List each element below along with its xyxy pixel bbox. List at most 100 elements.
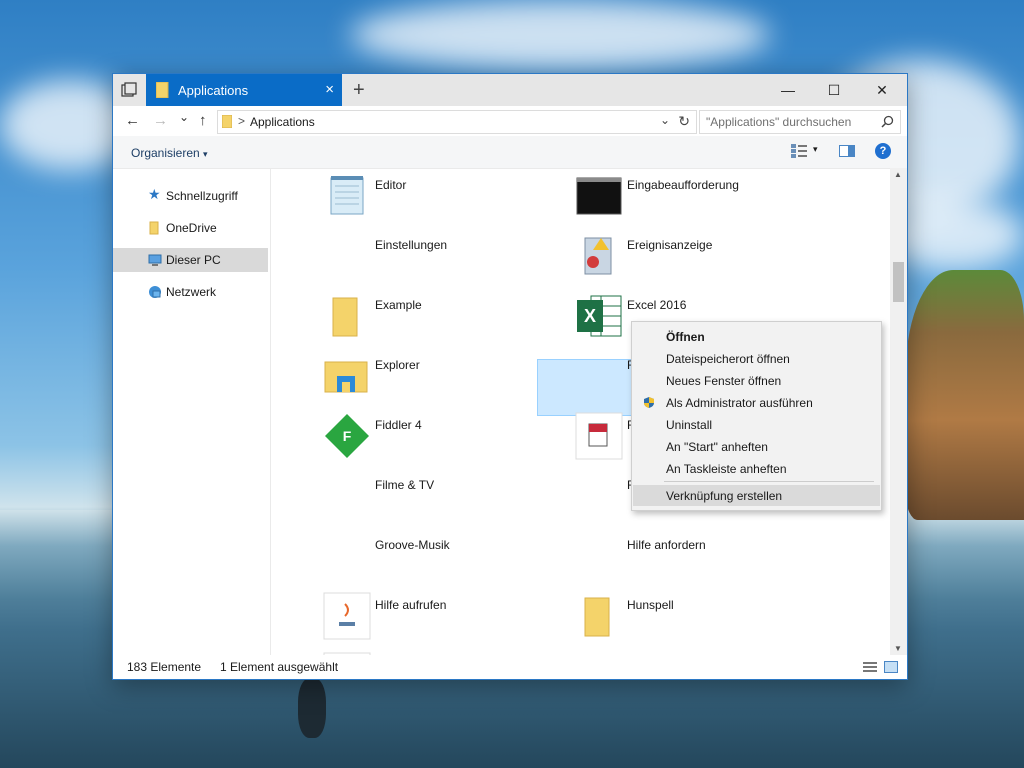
explorer-folder-icon [324, 361, 368, 393]
view-icon [791, 144, 807, 158]
file-item-explorer[interactable]: Explorer [323, 352, 533, 408]
file-item-label: Editor [375, 178, 407, 192]
command-prompt-icon [576, 177, 622, 215]
organize-label: Organisieren [131, 146, 200, 160]
file-item-command-prompt[interactable]: Eingabeaufforderung [575, 172, 823, 228]
menu-item-run-as-admin[interactable]: Als Administrator ausführen [633, 392, 880, 413]
search-icon [881, 115, 894, 128]
breadcrumb[interactable]: Applications [250, 115, 315, 129]
menu-item-open-file-location[interactable]: Dateispeicherort öffnen [633, 348, 880, 369]
java-icon [323, 592, 371, 640]
address-field[interactable]: > Applications ⌄ ↻ [217, 110, 697, 134]
menu-item-uninstall[interactable]: Uninstall [633, 414, 880, 435]
file-item-label: Example [375, 298, 422, 312]
file-item-label: Hunspell [627, 598, 674, 612]
vertical-scrollbar[interactable]: ▲ ▼ [890, 168, 907, 655]
scrollbar-thumb[interactable] [893, 262, 904, 302]
back-button[interactable]: ← [125, 112, 140, 129]
menu-item-open[interactable]: Öffnen [633, 326, 880, 347]
file-item-fiddler[interactable]: F Fiddler 4 [323, 412, 533, 468]
svg-text:X: X [584, 306, 596, 326]
close-icon: ✕ [876, 81, 888, 98]
tab-title: Applications [178, 82, 249, 98]
file-item-groove-music[interactable]: Groove-Musik [323, 532, 533, 588]
file-item-label: Groove-Musik [375, 538, 450, 552]
help-glyph: ? [879, 145, 887, 157]
preview-pane-icon [839, 145, 855, 157]
computer-icon [148, 254, 162, 266]
menu-item-label: Als Administrator ausführen [666, 395, 813, 410]
selection-count: 1 Element ausgewählt [220, 660, 339, 674]
address-bar-row: ← → ⌄ ↑ > Applications ⌄ ↻ "Applications… [113, 106, 907, 136]
help-icon[interactable]: ? [875, 143, 891, 159]
menu-item-pin-to-start[interactable]: An "Start" anheften [633, 436, 880, 457]
address-dropdown-icon[interactable]: ⌄ [660, 113, 670, 127]
file-item-label: Fiddler 4 [375, 418, 422, 432]
title-bar: Applications × + — ☐ ✕ [113, 74, 907, 106]
context-menu: Öffnen Dateispeicherort öffnen Neues Fen… [631, 321, 882, 511]
file-item-label: Ereignisanzeige [627, 238, 713, 252]
command-bar: Organisieren ▾ ▾ ? [113, 136, 907, 169]
tab-applications[interactable]: Applications × [146, 74, 342, 106]
file-item-request-help[interactable]: Hilfe anfordern [575, 532, 823, 588]
sidebar-item-label: OneDrive [166, 221, 217, 235]
fiddler-icon: F [325, 414, 369, 458]
search-input[interactable]: "Applications" durchsuchen [699, 110, 901, 134]
star-icon: ★ [148, 186, 161, 202]
view-caret-icon: ▾ [813, 144, 818, 154]
menu-item-pin-to-taskbar[interactable]: An Taskleiste anheften [633, 458, 880, 479]
tab-overview-icon [121, 82, 137, 97]
folder-icon [584, 597, 610, 637]
file-item-label: Eingabeaufforderung [627, 178, 739, 192]
refresh-icon[interactable]: ↻ [678, 113, 690, 130]
file-item-settings[interactable]: Einstellungen [323, 232, 533, 288]
scroll-up-icon[interactable]: ▲ [894, 170, 902, 179]
file-item-label: Explorer [375, 358, 420, 372]
menu-item-label: Neues Fenster öffnen [666, 373, 782, 388]
folder-icon [156, 82, 169, 98]
file-item-movies-tv[interactable]: Filme & TV [323, 472, 533, 528]
file-item-label: Einstellungen [375, 238, 448, 252]
network-icon [149, 286, 161, 298]
close-tab-icon[interactable]: × [325, 81, 334, 98]
change-view-button[interactable]: ▾ [791, 144, 818, 161]
sidebar-item-network[interactable]: Netzwerk [113, 280, 268, 304]
close-button[interactable]: ✕ [859, 74, 905, 106]
file-item-event-viewer[interactable]: Ereignisanzeige [575, 232, 823, 288]
large-icons-view-icon[interactable] [884, 661, 898, 673]
sidebar-item-label: Netzwerk [166, 285, 217, 299]
folder-icon [149, 221, 159, 235]
folder-icon [222, 115, 232, 128]
menu-item-label: Verknüpfung erstellen [666, 488, 783, 503]
folder-icon [332, 297, 358, 337]
scroll-down-icon[interactable]: ▼ [894, 644, 902, 653]
event-viewer-icon [584, 237, 612, 275]
file-item-example[interactable]: Example [323, 292, 533, 348]
maximize-icon: ☐ [827, 81, 841, 98]
file-item-get-help[interactable]: Hilfe aufrufen [323, 592, 533, 648]
organize-button[interactable]: Organisieren ▾ [131, 146, 208, 160]
minimize-button[interactable]: — [765, 74, 811, 106]
file-item-label: Hilfe aufrufen [375, 598, 447, 612]
menu-item-create-shortcut[interactable]: Verknüpfung erstellen [633, 485, 880, 506]
new-tab-button[interactable]: + [353, 79, 365, 102]
file-item-label: Filme & TV [375, 478, 435, 492]
excel-icon: X [577, 295, 622, 337]
menu-item-open-new-window[interactable]: Neues Fenster öffnen [633, 370, 880, 391]
file-item-label: Excel 2016 [627, 298, 687, 312]
file-item-editor[interactable]: Editor [323, 172, 533, 228]
menu-item-label: An "Start" anheften [666, 439, 768, 454]
sidebar-item-this-pc[interactable]: Dieser PC [113, 248, 268, 272]
maximize-button[interactable]: ☐ [811, 74, 857, 106]
up-button[interactable]: ↑ [199, 112, 207, 129]
menu-separator [664, 481, 874, 482]
preview-pane-button[interactable] [839, 145, 855, 160]
sidebar-item-label: Dieser PC [166, 253, 221, 267]
details-view-icon[interactable] [863, 661, 877, 673]
sidebar-item-onedrive[interactable]: OneDrive [113, 216, 268, 240]
sidebar-item-quick-access[interactable]: ★ Schnellzugriff [113, 184, 268, 208]
tab-overview-button[interactable] [113, 74, 145, 106]
forward-button[interactable]: → [153, 112, 168, 129]
recent-locations-button[interactable]: ⌄ [179, 110, 189, 124]
file-item-hunspell[interactable]: Hunspell [575, 592, 823, 648]
